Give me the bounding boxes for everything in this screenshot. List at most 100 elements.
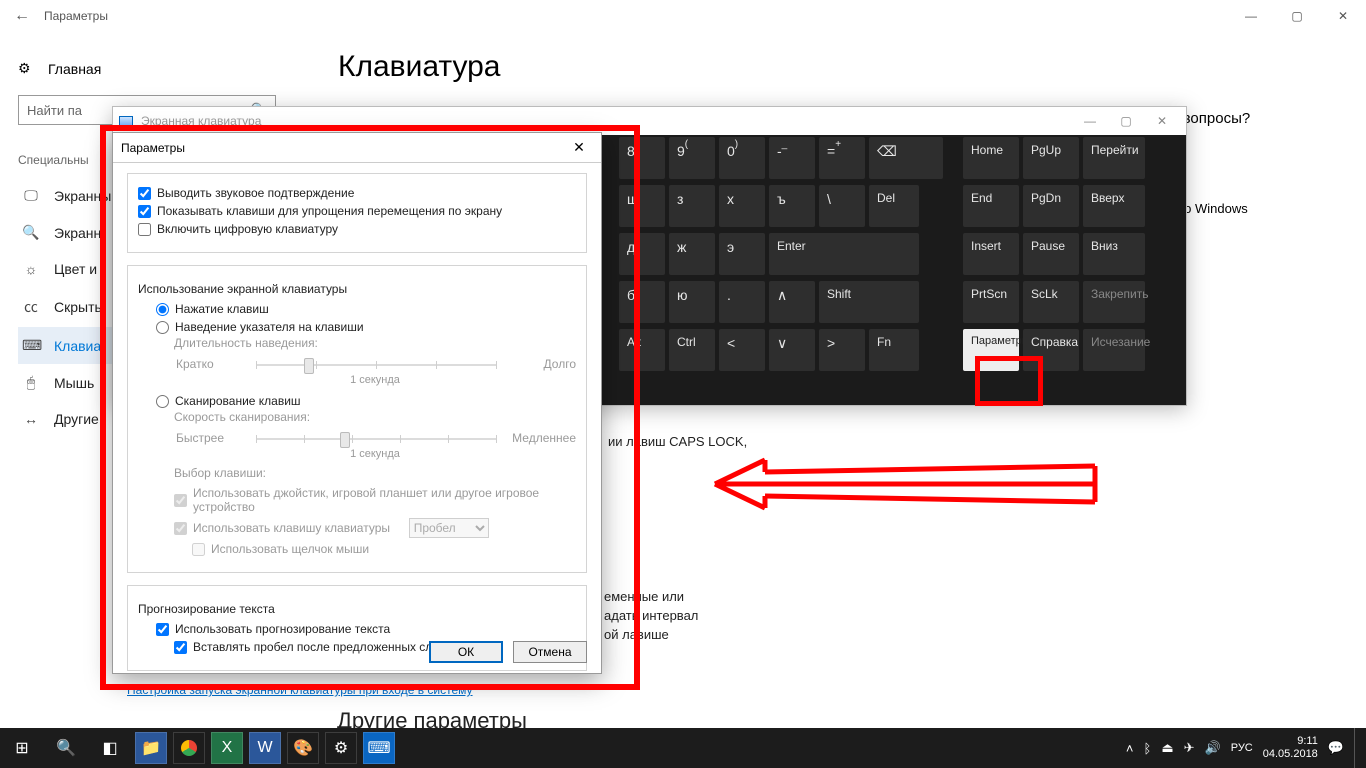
key-sclk[interactable]: ScLk	[1023, 281, 1079, 323]
key-fn[interactable]: Fn	[869, 329, 919, 371]
dialog-title-text: Параметры	[121, 141, 185, 155]
tray-language[interactable]: РУС	[1231, 742, 1253, 754]
chk-show-keys[interactable]: Показывать клавиши для упрощения перемещ…	[138, 202, 576, 220]
key-right-arrow[interactable]: >	[819, 329, 865, 371]
app-chrome-icon[interactable]	[173, 732, 205, 764]
app-paint-icon[interactable]: 🎨	[287, 732, 319, 764]
key-zh[interactable]: ж	[669, 233, 715, 275]
key-kh[interactable]: х	[719, 185, 765, 227]
key-end[interactable]: End	[963, 185, 1019, 227]
start-button[interactable]: ⊞	[0, 728, 44, 768]
show-desktop[interactable]	[1354, 728, 1360, 768]
tray-up-icon[interactable]: ˄	[1126, 741, 1134, 756]
key-yu[interactable]: ю	[669, 281, 715, 323]
radio-scan[interactable]: Сканирование клавиш	[156, 392, 576, 410]
key-enter[interactable]: Enter	[769, 233, 919, 275]
osk-titlebar[interactable]: Экранная клавиатура — ▢ ✕	[113, 107, 1186, 135]
key-left-arrow[interactable]: <	[719, 329, 765, 371]
dialog-close-icon[interactable]: ✕	[565, 137, 593, 159]
key-select: Пробел	[409, 518, 489, 538]
key-fade[interactable]: Исчезание	[1083, 329, 1145, 371]
action-center-icon[interactable]: 💬	[1328, 740, 1344, 756]
tray-eject-icon[interactable]: ⏏	[1161, 740, 1173, 756]
key-pgup[interactable]: PgUp	[1023, 137, 1079, 179]
mouse-icon: 🖱	[22, 374, 40, 391]
key-0[interactable]: 0)	[719, 137, 765, 179]
chk-predict[interactable]: Использовать прогнозирование текста	[156, 620, 576, 638]
key-prtscn[interactable]: PrtScn	[963, 281, 1019, 323]
key-ctrl[interactable]: Ctrl	[669, 329, 715, 371]
chk-numpad[interactable]: Включить цифровую клавиатуру	[138, 220, 576, 238]
peek-text-2: адать интервал	[604, 608, 698, 623]
key-pgdn[interactable]: PgDn	[1023, 185, 1079, 227]
prediction-heading: Прогнозирование текста	[138, 602, 576, 616]
key-pause[interactable]: Pause	[1023, 233, 1079, 275]
page-title: Клавиатура	[338, 50, 501, 84]
app-explorer-icon[interactable]: 📁	[135, 732, 167, 764]
key-help[interactable]: Справка	[1023, 329, 1079, 371]
osk-maximize-icon[interactable]: ▢	[1108, 110, 1144, 132]
search-button[interactable]: 🔍	[44, 728, 88, 768]
display-icon: 🖵	[22, 187, 40, 204]
key-d[interactable]: д	[619, 233, 665, 275]
key-go[interactable]: Перейти	[1083, 137, 1145, 179]
peek-text-3: ой лавише	[604, 627, 669, 642]
cc-icon: ㏄	[22, 297, 40, 317]
key-z[interactable]: з	[669, 185, 715, 227]
radio-click[interactable]: Нажатие клавиш	[156, 300, 576, 318]
app-osk-icon[interactable]: ⌨	[363, 732, 395, 764]
app-settings-icon[interactable]: ⚙	[325, 732, 357, 764]
radio-hover[interactable]: Наведение указателя на клавиши	[156, 318, 576, 336]
key-backslash[interactable]: \	[819, 185, 865, 227]
app-word-icon[interactable]: W	[249, 732, 281, 764]
app-excel-icon[interactable]: X	[211, 732, 243, 764]
key-e[interactable]: э	[719, 233, 765, 275]
key-dock[interactable]: Закрепить	[1083, 281, 1145, 323]
osk-minimize-icon[interactable]: —	[1072, 110, 1108, 132]
key-insert[interactable]: Insert	[963, 233, 1019, 275]
ok-button[interactable]: ОК	[429, 641, 503, 663]
chk-sound[interactable]: Выводить звуковое подтверждение	[138, 184, 576, 202]
osk-close-icon[interactable]: ✕	[1144, 110, 1180, 132]
key-del[interactable]: Del	[869, 185, 919, 227]
key-b[interactable]: б	[619, 281, 665, 323]
key-shch[interactable]: щ	[619, 185, 665, 227]
key-down-nav[interactable]: Вниз	[1083, 233, 1145, 275]
startup-link[interactable]: Настройка запуска экранной клавиатуры пр…	[127, 683, 473, 697]
cancel-button[interactable]: Отмена	[513, 641, 587, 663]
close-icon[interactable]: ✕	[1320, 0, 1366, 32]
key-shift[interactable]: Shift	[819, 281, 919, 323]
key-hard[interactable]: ъ	[769, 185, 815, 227]
key-equals[interactable]: =+	[819, 137, 865, 179]
chk-joystick: Использовать джойстик, игровой планшет и…	[174, 484, 576, 516]
keyboard-icon: ⌨	[22, 337, 40, 354]
key-backspace[interactable]: ⌫	[869, 137, 943, 179]
key-home[interactable]: Home	[963, 137, 1019, 179]
key-down-arrow[interactable]: ∨	[769, 329, 815, 371]
back-arrow-icon[interactable]: ←	[14, 7, 30, 25]
key-dot[interactable]: .	[719, 281, 765, 323]
options-dialog: Параметры ✕ Выводить звуковое подтвержде…	[112, 132, 602, 674]
key-minus[interactable]: -_	[769, 137, 815, 179]
window-title: Параметры	[44, 9, 108, 23]
tray-bluetooth-icon[interactable]: ᛒ	[1144, 741, 1152, 756]
peek-text-1: еменные или	[604, 589, 684, 604]
key-up-nav[interactable]: Вверх	[1083, 185, 1145, 227]
tray-clock[interactable]: 9:11 04.05.2018	[1263, 735, 1318, 760]
key-8[interactable]: 8*	[619, 137, 665, 179]
arrows-icon: ↔	[22, 411, 40, 427]
osk-app-icon	[119, 116, 133, 126]
chk-keyboard-key: Использовать клавишу клавиатуры Пробел	[174, 516, 576, 540]
key-options[interactable]: Параметры	[963, 329, 1019, 371]
tray-network-icon[interactable]: ✈	[1184, 740, 1195, 756]
key-alt[interactable]: Alt	[619, 329, 665, 371]
dialog-titlebar[interactable]: Параметры ✕	[113, 133, 601, 163]
minimize-icon[interactable]: —	[1228, 0, 1274, 32]
taskview-button[interactable]: ◧	[88, 728, 132, 768]
tray-volume-icon[interactable]: 🔊	[1205, 740, 1221, 756]
hover-duration-label: Длительность наведения:	[174, 336, 576, 350]
key-up-arrow[interactable]: ∧	[769, 281, 815, 323]
nav-home[interactable]: ⚙ Главная	[18, 60, 318, 77]
maximize-icon[interactable]: ▢	[1274, 0, 1320, 32]
key-9[interactable]: 9(	[669, 137, 715, 179]
